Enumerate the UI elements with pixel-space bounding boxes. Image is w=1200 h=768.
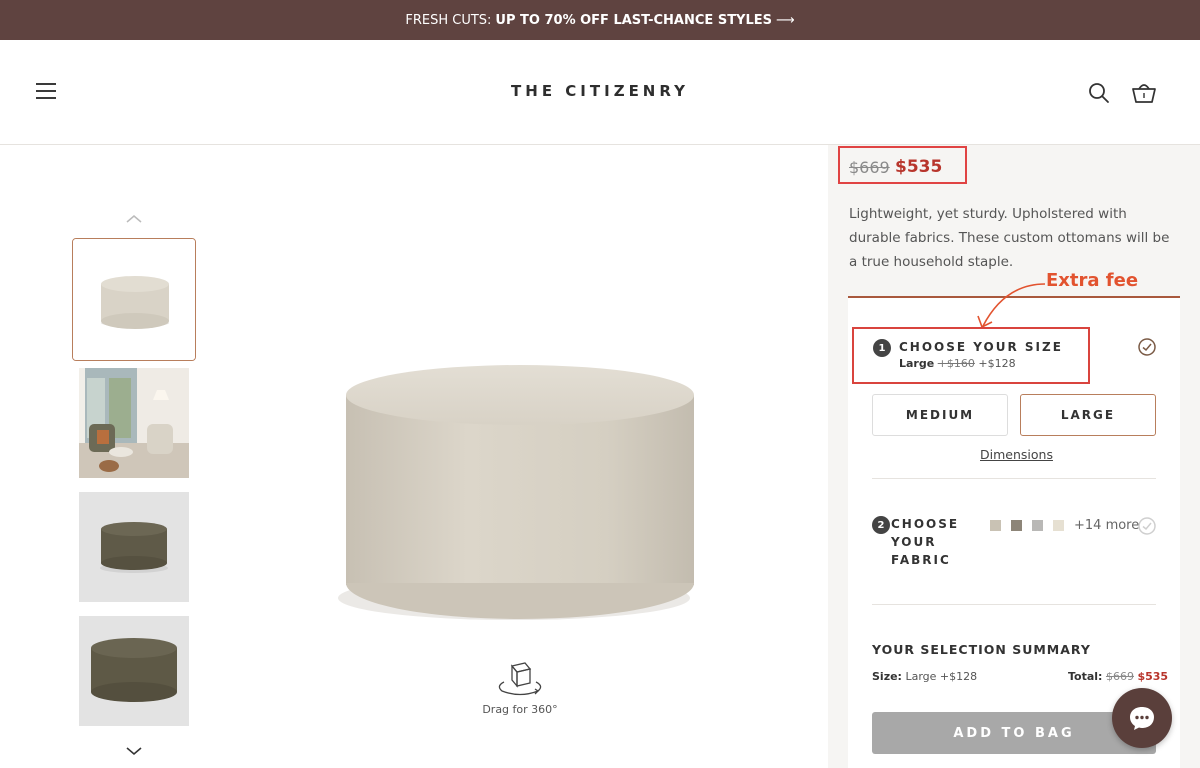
- summary-size-value: Large +$128: [905, 670, 978, 683]
- summary-total: Total: $669 $535: [1068, 670, 1168, 683]
- summary-total-sale: $535: [1137, 670, 1169, 683]
- chevron-down-icon[interactable]: [124, 744, 144, 758]
- size-option-medium[interactable]: MEDIUM: [872, 394, 1008, 436]
- thumbnail-2[interactable]: [79, 368, 189, 478]
- thumbnail-3[interactable]: [79, 492, 189, 602]
- step-2-check-icon: [1138, 517, 1156, 535]
- chevron-up-icon[interactable]: [124, 212, 144, 226]
- product-main-image[interactable]: [330, 340, 710, 640]
- step-2-badge: 2: [872, 516, 890, 534]
- step-1-selected-size: Large: [899, 357, 935, 370]
- promo-banner[interactable]: FRESH CUTS: UP TO 70% OFF LAST-CHANCE ST…: [0, 0, 1200, 40]
- promo-arrow-icon: ⟶: [776, 12, 795, 28]
- extra-fee-annotation: Extra fee: [1046, 270, 1139, 291]
- dimensions-link[interactable]: Dimensions: [980, 447, 1053, 462]
- annotation-arrow-icon: [977, 283, 1046, 329]
- fabric-swatch-1[interactable]: [990, 520, 1001, 531]
- step-2-title[interactable]: CHOOSE YOUR FABRIC: [891, 515, 971, 569]
- fabric-swatch-2[interactable]: [1011, 520, 1022, 531]
- product-description: Lightweight, yet sturdy. Upholstered wit…: [849, 206, 1170, 270]
- fabric-swatch-4[interactable]: [1053, 520, 1064, 531]
- step-1-check-icon: [1138, 338, 1156, 356]
- step-1-fee-original: +$160: [937, 357, 975, 370]
- price-sale: $535: [895, 157, 943, 177]
- promo-offer: UP TO 70% OFF LAST-CHANCE STYLES: [495, 12, 772, 28]
- summary-size: Size: Large +$128: [872, 670, 977, 683]
- size-highlight-box: [852, 327, 1090, 384]
- summary-size-label: Size:: [872, 670, 902, 683]
- site-logo[interactable]: THE CITIZENRY: [0, 82, 1200, 100]
- step-1-fee-current: +$128: [978, 357, 1016, 370]
- site-header: THE CITIZENRY: [0, 40, 1200, 145]
- size-option-large[interactable]: LARGE: [1020, 394, 1156, 436]
- rotate-360-icon: [498, 662, 542, 696]
- summary-total-original: $669: [1105, 670, 1134, 683]
- chat-button[interactable]: [1112, 688, 1172, 748]
- fabric-swatch-3[interactable]: [1032, 520, 1043, 531]
- divider: [872, 604, 1156, 605]
- search-icon[interactable]: [1088, 82, 1110, 104]
- drag-360-label: Drag for 360°: [482, 703, 558, 716]
- selection-summary-title: YOUR SELECTION SUMMARY: [872, 642, 1091, 657]
- more-fabrics-link[interactable]: +14 more: [1074, 518, 1139, 533]
- step-1-title[interactable]: CHOOSE YOUR SIZE: [899, 340, 1063, 354]
- step-1-badge: 1: [873, 339, 891, 357]
- cart-icon[interactable]: [1131, 80, 1157, 104]
- thumbnail-4[interactable]: [79, 616, 189, 726]
- thumbnail-1[interactable]: [72, 238, 196, 361]
- drag-360-hint[interactable]: Drag for 360°: [470, 660, 570, 716]
- step-1-selection: Large +$160 +$128: [899, 357, 1016, 370]
- promo-prefix: FRESH CUTS:: [405, 12, 492, 28]
- divider: [872, 478, 1156, 479]
- chat-icon: [1130, 707, 1154, 730]
- price-original: $669: [849, 158, 890, 177]
- summary-total-label: Total:: [1068, 670, 1103, 683]
